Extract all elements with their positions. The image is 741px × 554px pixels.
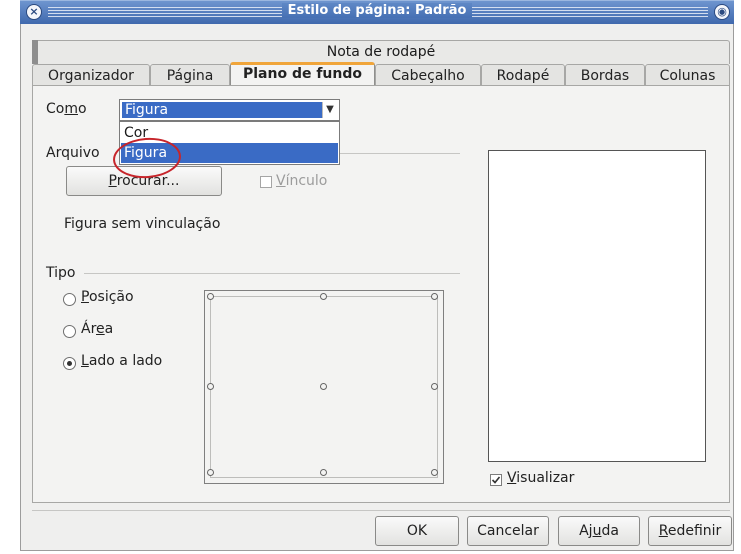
help-button[interactable]: Ajuda	[558, 516, 640, 546]
como-selected-value: Figura	[122, 102, 323, 118]
position-middle-right[interactable]	[431, 383, 438, 390]
area-radio[interactable]	[63, 325, 76, 338]
window-title: Estilo de página: Padrão	[20, 3, 734, 18]
menu-icon[interactable]: ◉	[714, 4, 730, 20]
lado-a-lado-label: Lado a lado	[81, 353, 163, 369]
visualizar-checkbox[interactable]	[490, 474, 502, 486]
reset-button[interactable]: Redefinir	[648, 516, 732, 546]
area-label: Área	[81, 321, 114, 337]
title-bar[interactable]: × Estilo de página: Padrão ◉	[20, 0, 734, 24]
ok-button[interactable]: OK	[375, 516, 459, 546]
footer-separator	[32, 510, 730, 511]
position-bottom-right[interactable]	[431, 469, 438, 476]
position-top-left[interactable]	[207, 293, 214, 300]
arquivo-heading: Arquivo	[46, 145, 100, 161]
tab-nota-de-rodape[interactable]: Nota de rodapé	[32, 40, 730, 64]
preview-area	[488, 150, 706, 462]
tab-rodape[interactable]: Rodapé	[481, 64, 565, 86]
tipo-separator	[84, 273, 460, 274]
vinculo-checkbox[interactable]	[260, 176, 272, 188]
posicao-radio[interactable]	[63, 293, 76, 306]
position-bottom-center[interactable]	[320, 469, 327, 476]
tab-colunas[interactable]: Colunas	[645, 64, 730, 86]
position-bottom-left[interactable]	[207, 469, 214, 476]
vinculo-label: Vínculo	[276, 173, 328, 189]
lado-a-lado-radio[interactable]	[63, 357, 76, 370]
tipo-heading: Tipo	[46, 265, 76, 281]
position-top-center[interactable]	[320, 293, 327, 300]
posicao-label: Posição	[81, 289, 134, 305]
tab-bordas[interactable]: Bordas	[565, 64, 645, 86]
tab-pagina[interactable]: Página	[150, 64, 230, 86]
como-dropdown[interactable]: Figura ▼	[119, 99, 340, 121]
check-icon	[491, 476, 501, 484]
chevron-down-icon[interactable]: ▼	[322, 102, 337, 118]
link-status-text: Figura sem vinculação	[64, 216, 221, 232]
position-top-right[interactable]	[431, 293, 438, 300]
tab-row-edge	[32, 40, 38, 64]
tab-plano-de-fundo[interactable]: Plano de fundo	[230, 62, 375, 87]
tab-cabecalho[interactable]: Cabeçalho	[375, 64, 481, 86]
cancel-button[interactable]: Cancelar	[467, 516, 549, 546]
tab-organizador[interactable]: Organizador	[32, 64, 150, 86]
como-label: Como	[46, 101, 87, 117]
position-middle-left[interactable]	[207, 383, 214, 390]
visualizar-label: Visualizar	[507, 470, 575, 486]
position-center[interactable]	[320, 383, 327, 390]
